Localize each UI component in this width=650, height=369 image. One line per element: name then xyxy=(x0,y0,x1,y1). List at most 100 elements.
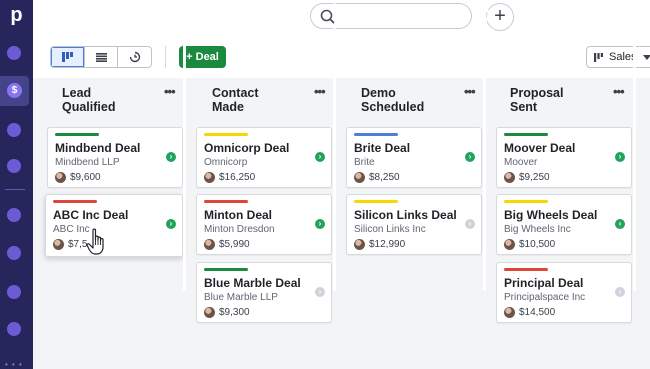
owner-avatar xyxy=(504,239,515,250)
deal-card[interactable]: Mindbend Deal Mindbend LLP $9,600 › xyxy=(47,127,183,188)
deal-title: Big Wheels Deal xyxy=(504,208,598,222)
deal-organization: Brite xyxy=(354,157,375,168)
stage-title: Demo Scheduled xyxy=(361,86,425,114)
owner-avatar xyxy=(204,172,215,183)
deal-value: $16,250 xyxy=(219,172,256,183)
stage-separator xyxy=(333,0,341,291)
nav-item-leads[interactable] xyxy=(7,46,21,60)
stage-menu-icon[interactable]: ••• xyxy=(613,84,625,99)
activity-status-icon[interactable]: › xyxy=(465,219,475,229)
sidebar-more[interactable]: • • • xyxy=(5,360,23,369)
deal-card[interactable]: Brite Deal Brite $8,250 › xyxy=(346,127,482,188)
hand-cursor-icon xyxy=(86,228,104,255)
owner-avatar xyxy=(354,239,365,250)
owner-avatar xyxy=(504,172,515,183)
toolbar-separator xyxy=(165,46,166,68)
activity-status-icon[interactable]: › xyxy=(315,152,325,162)
pipeline-icon xyxy=(594,52,603,62)
deal-value: $14,500 xyxy=(519,307,556,318)
deal-label-bar xyxy=(204,268,248,271)
activity-status-icon[interactable]: › xyxy=(166,219,176,229)
deal-label-bar xyxy=(504,133,548,136)
owner-avatar xyxy=(504,307,515,318)
deal-label-bar xyxy=(204,200,248,203)
stage-lead-qualified: Lead Qualified ••• Mindbend Deal Mindben… xyxy=(44,78,188,369)
deal-card[interactable]: Big Wheels Deal Big Wheels Inc $10,500 › xyxy=(496,194,632,255)
deal-card[interactable]: Moover Deal Moover $9,250 › xyxy=(496,127,632,188)
activity-status-icon[interactable]: › xyxy=(615,152,625,162)
deal-title: Moover Deal xyxy=(504,141,576,155)
stage-separator xyxy=(183,0,191,291)
sidebar: p $ • • • xyxy=(0,0,33,369)
deal-card[interactable]: ABC Inc Deal ABC Inc $7,5 › xyxy=(45,194,183,257)
deal-card[interactable]: Principal Deal Principalspace Inc $14,50… xyxy=(496,262,632,323)
stage-contact-made: Contact Made ••• Omnicorp Deal Omnicorp … xyxy=(194,78,338,369)
deal-card[interactable]: Omnicorp Deal Omnicorp $16,250 › xyxy=(196,127,332,188)
deal-card[interactable]: Blue Marble Deal Blue Marble LLP $9,300 … xyxy=(196,262,332,323)
stage-title: Proposal Sent xyxy=(510,86,564,114)
deal-title: Minton Deal xyxy=(204,208,272,222)
view-switcher xyxy=(50,46,152,68)
deal-title: Brite Deal xyxy=(354,141,411,155)
stage-header: Proposal Sent ••• xyxy=(494,78,638,122)
deal-card[interactable]: Silicon Links Deal Silicon Links Inc $12… xyxy=(346,194,482,255)
stage-menu-icon[interactable]: ••• xyxy=(164,84,176,99)
activity-status-icon[interactable]: › xyxy=(615,287,625,297)
deal-organization: Minton Dresdon xyxy=(204,224,275,235)
deal-label-bar xyxy=(504,268,548,271)
deal-value: $5,990 xyxy=(219,239,250,250)
pipedrive-logo[interactable]: p xyxy=(0,0,33,31)
deal-value: $9,250 xyxy=(519,172,550,183)
app-window: p $ • • • + + Deal Sales Lead Qualified … xyxy=(0,0,650,369)
stage-menu-icon[interactable]: ••• xyxy=(314,84,326,99)
kanban-view-button[interactable] xyxy=(51,47,85,67)
activity-status-icon[interactable]: › xyxy=(315,287,325,297)
deal-label-bar xyxy=(354,133,398,136)
owner-avatar xyxy=(204,239,215,250)
forecast-view-button[interactable] xyxy=(118,47,151,67)
deal-label-bar xyxy=(504,200,548,203)
nav-item-marketplace[interactable] xyxy=(7,322,21,336)
stage-header: Demo Scheduled ••• xyxy=(344,78,488,122)
owner-avatar xyxy=(55,172,66,183)
stage-proposal-sent: Proposal Sent ••• Moover Deal Moover $9,… xyxy=(494,78,638,369)
stage-header: Contact Made ••• xyxy=(194,78,338,122)
nav-item-products[interactable] xyxy=(7,246,21,260)
deal-organization: Blue Marble LLP xyxy=(204,292,278,303)
nav-item-contacts[interactable] xyxy=(7,285,21,299)
deal-card[interactable]: Minton Deal Minton Dresdon $5,990 › xyxy=(196,194,332,255)
nav-item-mail[interactable] xyxy=(7,123,21,137)
deal-value: $8,250 xyxy=(369,172,400,183)
deal-title: ABC Inc Deal xyxy=(53,208,129,222)
nav-item-deals[interactable]: $ xyxy=(7,83,22,98)
deal-organization: Mindbend LLP xyxy=(55,157,120,168)
owner-avatar xyxy=(53,239,64,250)
list-view-button[interactable] xyxy=(85,47,119,67)
deal-organization: Omnicorp xyxy=(204,157,248,168)
stage-separator xyxy=(633,0,641,291)
deal-title: Mindbend Deal xyxy=(55,141,141,155)
deal-organization: Principalspace Inc xyxy=(504,292,586,303)
activity-status-icon[interactable]: › xyxy=(465,152,475,162)
activity-status-icon[interactable]: › xyxy=(315,219,325,229)
activity-status-icon[interactable]: › xyxy=(166,152,176,162)
deal-value: $10,500 xyxy=(519,239,556,250)
stage-separator xyxy=(483,0,491,291)
activity-status-icon[interactable]: › xyxy=(615,219,625,229)
deal-organization: Big Wheels Inc xyxy=(504,224,571,235)
deal-title: Omnicorp Deal xyxy=(204,141,290,155)
stage-title: Lead Qualified xyxy=(62,86,116,114)
owner-avatar xyxy=(354,172,365,183)
deal-value: $9,300 xyxy=(219,307,250,318)
nav-item-insights[interactable] xyxy=(7,208,21,222)
deal-organization: ABC Inc xyxy=(53,224,90,235)
stage-menu-icon[interactable]: ••• xyxy=(464,84,476,99)
deal-organization: Moover xyxy=(504,157,538,168)
deal-label-bar xyxy=(204,133,248,136)
deal-title: Principal Deal xyxy=(504,276,584,290)
list-view-icon xyxy=(95,52,107,62)
deal-organization: Silicon Links Inc xyxy=(354,224,426,235)
deal-value: $7,5 xyxy=(68,239,88,250)
deal-value: $9,600 xyxy=(70,172,101,183)
nav-item-activities[interactable] xyxy=(7,159,21,173)
